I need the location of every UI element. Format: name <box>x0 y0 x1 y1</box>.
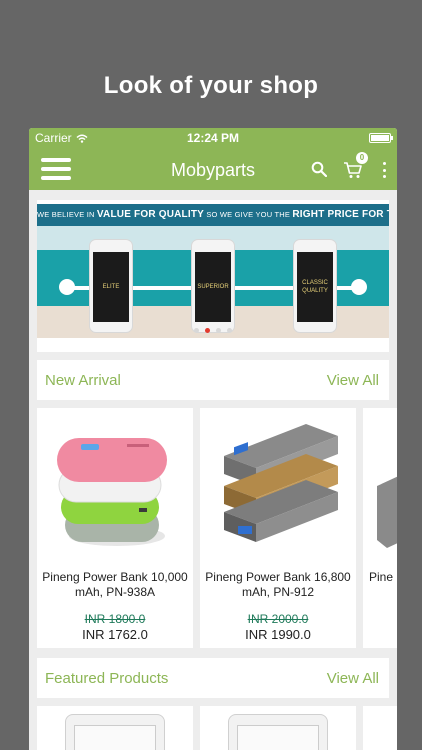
banner-phone-superior: SUPERIOR <box>191 239 235 333</box>
product-card[interactable]: Pineng Power Bank 10,000 mAh, PN-938A IN… <box>37 408 193 648</box>
product-old-price: INR 1800.0 <box>84 612 146 626</box>
featured-product-card[interactable] <box>200 706 356 750</box>
carousel-dot[interactable] <box>227 328 232 333</box>
product-price: INR 1762.0 <box>82 627 148 642</box>
phone-label-elite: ELITE <box>93 252 129 322</box>
battery-icon <box>369 133 393 143</box>
product-card[interactable]: Pineng Power Bank 16,800 mAh, PN-912 INR… <box>200 408 356 648</box>
banner-knob-right <box>351 279 367 295</box>
carousel-dot[interactable] <box>205 328 210 333</box>
carousel-dot[interactable] <box>194 328 199 333</box>
new-arrival-title: New Arrival <box>45 372 121 389</box>
phone-image <box>65 714 165 750</box>
new-arrival-view-all-link[interactable]: View All <box>327 372 379 389</box>
tagline-text-1: WE BELIEVE IN <box>37 210 95 219</box>
carousel-indicator[interactable] <box>37 328 389 333</box>
phone-image <box>228 714 328 750</box>
featured-products-title: Featured Products <box>45 670 169 687</box>
power-bank-image <box>224 424 338 542</box>
featured-product-card[interactable] <box>37 706 193 750</box>
search-icon[interactable] <box>311 161 327 177</box>
phone-screen: Carrier 12:24 PM Mobyparts 0 WE BELIEVE … <box>29 128 397 750</box>
banner-knob-left <box>59 279 75 295</box>
tagline-bold-1: VALUE FOR QUALITY <box>96 209 205 220</box>
featured-view-all-link[interactable]: View All <box>327 670 379 687</box>
product-name: Pineng Power Bank 16,800 mAh, PN-912 <box>205 570 351 599</box>
page-headline: Look of your shop <box>103 72 319 99</box>
promo-banner[interactable]: WE BELIEVE IN VALUE FOR QUALITY SO WE GI… <box>37 204 389 338</box>
product-old-price: INR 2000.0 <box>247 612 309 626</box>
tagline-bold-2: RIGHT PRICE FOR THE RIGHT QUALITY <box>292 209 389 220</box>
banner-phone-classic: CLASSIC QUALITY <box>293 239 337 333</box>
product-price: INR 1990.0 <box>245 627 311 642</box>
product-name: Pine <box>369 570 394 584</box>
banner-tagline: WE BELIEVE IN VALUE FOR QUALITY SO WE GI… <box>37 204 389 226</box>
product-card[interactable]: Pine <box>363 408 397 648</box>
featured-product-card[interactable] <box>363 706 397 750</box>
tagline-text-2: SO WE GIVE YOU THE <box>206 210 291 219</box>
phone-label-superior: SUPERIOR <box>195 252 231 322</box>
phone-label-classic: CLASSIC QUALITY <box>297 252 333 322</box>
carousel-dot[interactable] <box>216 328 221 333</box>
new-arrival-header: New Arrival View All <box>37 360 389 400</box>
status-bar: Carrier 12:24 PM <box>29 128 397 148</box>
app-bar: Mobyparts 0 <box>29 148 397 190</box>
app-title: Mobyparts <box>170 160 256 180</box>
status-time: 12:24 PM <box>186 131 240 145</box>
power-bank-image <box>377 476 397 548</box>
cart-count-badge: 0 <box>356 152 368 164</box>
featured-products-header: Featured Products View All <box>37 658 389 698</box>
power-bank-image <box>57 438 167 546</box>
more-options-icon[interactable] <box>383 162 387 178</box>
promo-banner-card: WE BELIEVE IN VALUE FOR QUALITY SO WE GI… <box>37 200 389 352</box>
product-name: Pineng Power Bank 10,000 mAh, PN-938A <box>42 570 188 599</box>
banner-phone-elite: ELITE <box>89 239 133 333</box>
